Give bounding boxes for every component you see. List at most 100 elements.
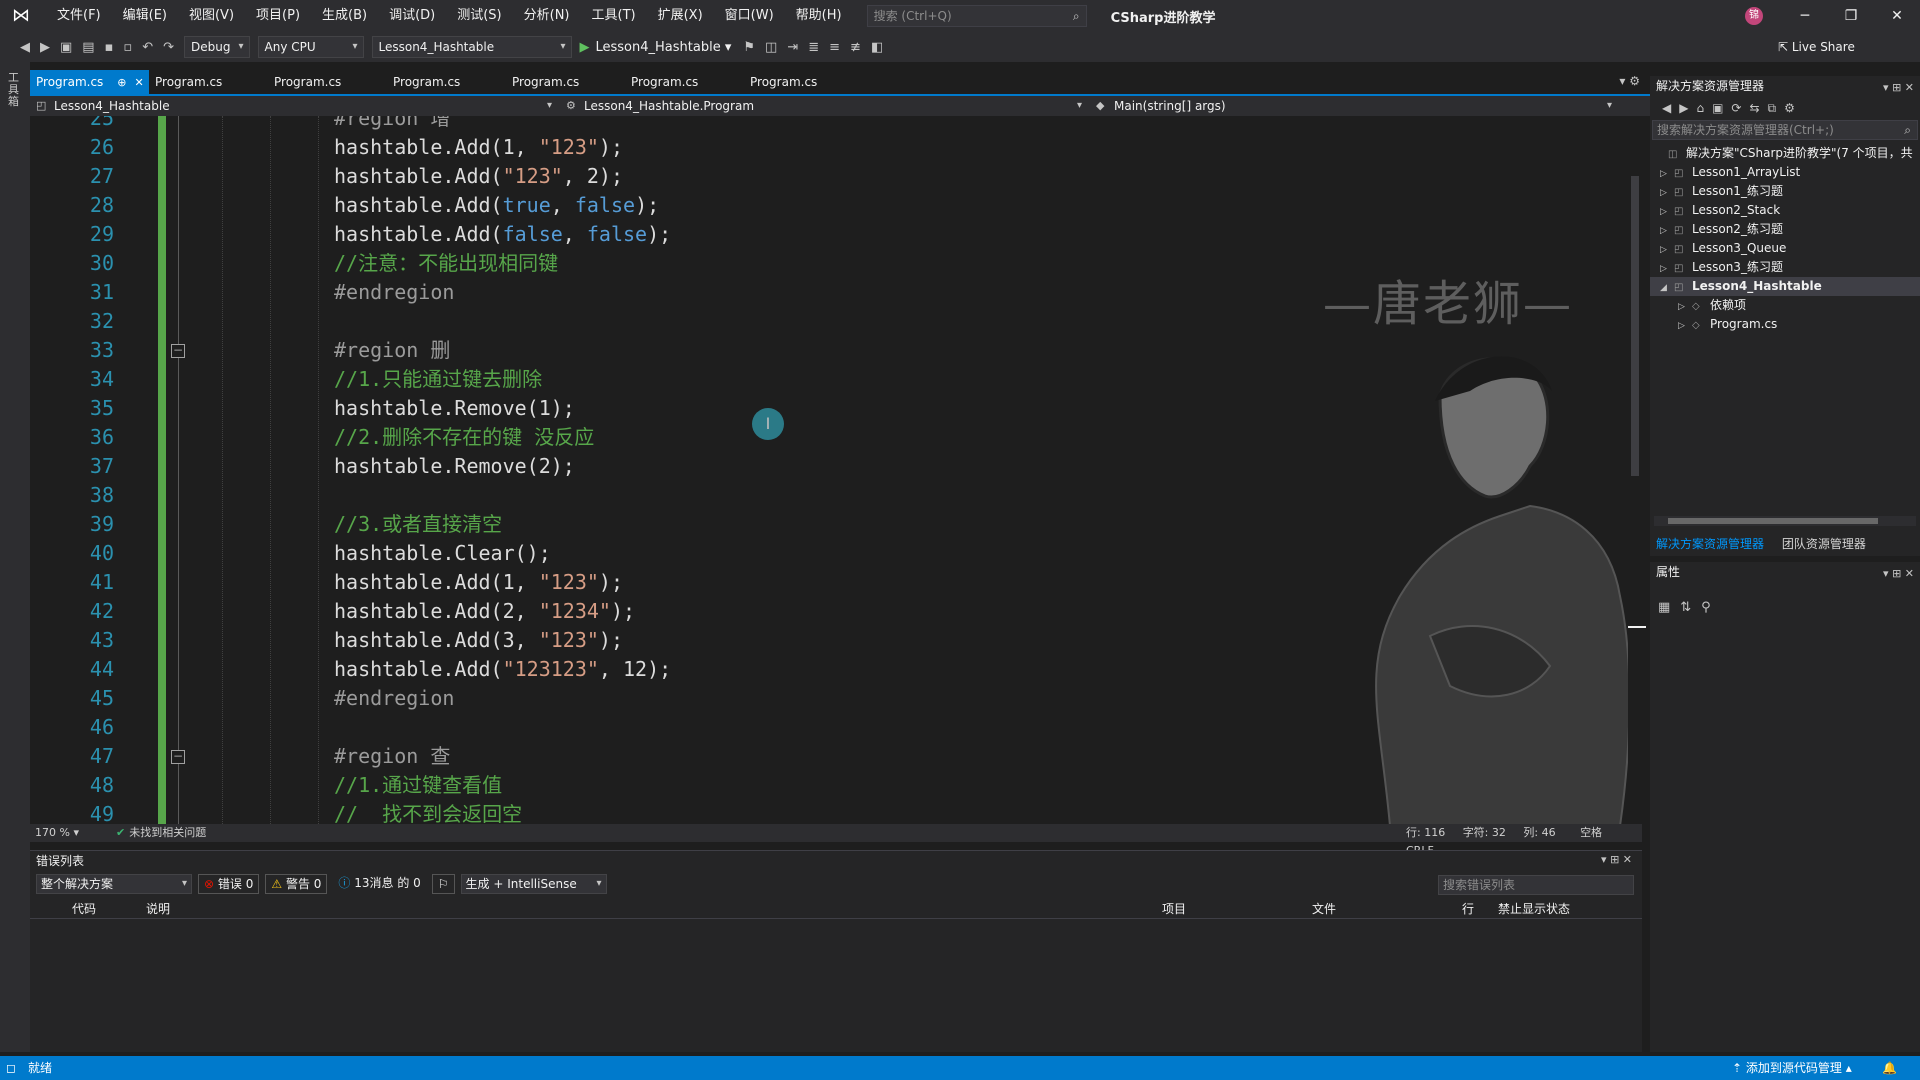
platform-select[interactable]: Any CPU: [257, 36, 364, 58]
menu-item[interactable]: 生成(B): [311, 0, 378, 32]
column-code[interactable]: 代码: [72, 899, 96, 919]
menu-item[interactable]: 编辑(E): [112, 0, 178, 32]
menu-item[interactable]: 调试(D): [378, 0, 446, 32]
errors-filter[interactable]: ⊗ 错误 0: [198, 874, 260, 894]
menu-item[interactable]: 项目(P): [245, 0, 311, 32]
code-line[interactable]: 27 hashtable.Add("123", 2);: [30, 162, 1630, 191]
tab-program-cs[interactable]: Program.cs: [744, 70, 863, 94]
panel-controls-icon[interactable]: ▾ ⊞ ✕: [1883, 564, 1914, 584]
open-file-icon[interactable]: ▤: [82, 40, 94, 55]
properties-toolbar[interactable]: ▦⇅⚲: [1650, 596, 1920, 620]
startup-project-select[interactable]: Lesson4_Hashtable: [371, 36, 572, 58]
zoom-level[interactable]: 170 % ▾: [35, 824, 79, 842]
undo-icon[interactable]: ↶: [142, 40, 153, 55]
code-line[interactable]: 49 // 找不到会返回空: [30, 800, 1630, 824]
tab-program-cs[interactable]: Program.cs: [506, 70, 625, 94]
code-line[interactable]: 32: [30, 307, 1630, 336]
live-share-button[interactable]: ⇱ Live Share: [1778, 32, 1855, 62]
editor-vertical-scrollbar[interactable]: [1628, 116, 1646, 824]
warnings-filter[interactable]: ⚠ 警告 0: [265, 874, 328, 894]
code-line[interactable]: 38: [30, 481, 1630, 510]
code-line[interactable]: 37 hashtable.Remove(2);: [30, 452, 1630, 481]
code-line[interactable]: 46: [30, 713, 1630, 742]
filter-icon[interactable]: ⚐: [431, 874, 455, 894]
save-all-icon[interactable]: ▫: [123, 40, 132, 55]
indent-indicator[interactable]: 空格: [1580, 826, 1602, 839]
tree-item[interactable]: ▷ ◰ Lesson3_练习题: [1650, 258, 1920, 277]
close-window-button[interactable]: ✕: [1874, 0, 1920, 32]
back-icon[interactable]: ◀: [20, 40, 30, 55]
uncomment-icon[interactable]: ≢: [850, 40, 861, 55]
tree-item[interactable]: ▷ ◰ Lesson2_练习题: [1650, 220, 1920, 239]
column-file[interactable]: 文件: [1312, 899, 1336, 919]
avatar[interactable]: 锦: [1745, 7, 1763, 25]
scrollbar-thumb[interactable]: [1631, 176, 1639, 476]
code-line[interactable]: 28 hashtable.Add(true, false);: [30, 191, 1630, 220]
menu-item[interactable]: 扩展(X): [647, 0, 714, 32]
code-line[interactable]: 40 hashtable.Clear();: [30, 539, 1630, 568]
comment-icon[interactable]: ≡: [829, 40, 840, 55]
menu-item[interactable]: 分析(N): [513, 0, 581, 32]
toolbox-tab[interactable]: 工具箱: [8, 72, 22, 108]
tree-item[interactable]: ▷ ◰ Lesson1_练习题: [1650, 182, 1920, 201]
code-line[interactable]: 45 #endregion: [30, 684, 1630, 713]
tree-item[interactable]: ▷ ◰ Lesson2_Stack: [1650, 201, 1920, 220]
panel-controls-icon[interactable]: ▾ ⊞ ✕: [1601, 853, 1632, 866]
code-line[interactable]: 44 hashtable.Add("123123", 12);: [30, 655, 1630, 684]
scrollbar-thumb[interactable]: [1668, 518, 1878, 524]
solution-root[interactable]: ◫ 解决方案"CSharp进阶教学"(7 个项目，共: [1650, 144, 1920, 163]
code-line[interactable]: 47 #region 查: [30, 742, 1630, 771]
notification-bell-icon[interactable]: 🔔: [1882, 1056, 1897, 1080]
add-to-source-control-button[interactable]: ⇡ 添加到源代码管理 ▴: [1732, 1056, 1852, 1080]
forward-icon[interactable]: ▶: [40, 40, 50, 55]
collapsed-arrow-icon[interactable]: ▷: [1678, 317, 1692, 336]
code-line[interactable]: 26 hashtable.Add(1, "123");: [30, 133, 1630, 162]
code-line[interactable]: 42 hashtable.Add(2, "1234");: [30, 597, 1630, 626]
tab-team-explorer[interactable]: 团队资源管理器: [1782, 537, 1866, 551]
code-line[interactable]: 43 hashtable.Add(3, "123");: [30, 626, 1630, 655]
bookmark-icon[interactable]: ◧: [871, 40, 883, 55]
solution-horizontal-scrollbar[interactable]: [1654, 516, 1916, 526]
screenshot-icon[interactable]: ◫: [765, 40, 777, 55]
tree-item[interactable]: ▷ ◰ Lesson3_Queue: [1650, 239, 1920, 258]
messages-filter[interactable]: ⓘ 13消息 的 0: [333, 874, 425, 894]
project-dropdown[interactable]: ◰ Lesson4_Hashtable ▾: [30, 96, 560, 116]
code-line[interactable]: 36 //2.删除不存在的键 没反应: [30, 423, 1630, 452]
code-line[interactable]: 30 //注意：不能出现相同键: [30, 249, 1630, 278]
column-project[interactable]: 项目: [1162, 899, 1186, 919]
menu-item[interactable]: 测试(S): [446, 0, 512, 32]
code-line[interactable]: 41 hashtable.Add(1, "123");: [30, 568, 1630, 597]
tab-program-cs[interactable]: Program.cs: [387, 70, 506, 94]
minimize-button[interactable]: ─: [1782, 0, 1828, 32]
panel-controls-icon[interactable]: ▾ ⊞ ✕: [1883, 78, 1914, 98]
tab-program-cs[interactable]: Program.cs: [625, 70, 744, 94]
configuration-select[interactable]: Debug: [184, 36, 250, 58]
code-line[interactable]: 25 #region 增: [30, 116, 1630, 133]
error-search-input[interactable]: 搜索错误列表: [1438, 875, 1634, 895]
close-tab-icon[interactable]: ✕: [135, 76, 144, 89]
tab-solution-explorer[interactable]: 解决方案资源管理器: [1656, 537, 1764, 551]
restore-button[interactable]: ❐: [1828, 0, 1874, 32]
tree-item[interactable]: ▷ ◇ 依赖项: [1650, 296, 1920, 315]
code-line[interactable]: 29 hashtable.Add(false, false);: [30, 220, 1630, 249]
tab-program-cs[interactable]: Program.cs: [268, 70, 387, 94]
menu-item[interactable]: 帮助(H): [785, 0, 853, 32]
tab-overflow-icon[interactable]: ▾ ⚙: [1619, 74, 1640, 88]
start-debugging-button[interactable]: ▶ Lesson4_Hashtable ▾: [580, 40, 732, 55]
column-description[interactable]: 说明: [146, 899, 170, 919]
collapse-region-icon[interactable]: −: [171, 344, 185, 358]
code-line[interactable]: 34 //1.只能通过键去删除: [30, 365, 1630, 394]
type-dropdown[interactable]: ⚙ Lesson4_Hashtable.Program ▾: [560, 96, 1090, 116]
code-line[interactable]: 35 hashtable.Remove(1);: [30, 394, 1630, 423]
code-line[interactable]: 48 //1.通过键查看值: [30, 771, 1630, 800]
tab-program-cs[interactable]: Program.cs: [149, 70, 268, 94]
column-suppression[interactable]: 禁止显示状态: [1498, 899, 1570, 919]
issues-indicator[interactable]: ✔ 未找到相关问题: [116, 824, 206, 842]
code-editor[interactable]: —唐老狮— 25 #region 增 26 hashtable.Add(1, "123…: [30, 116, 1642, 824]
collapse-region-icon[interactable]: −: [171, 750, 185, 764]
menu-item[interactable]: 窗口(W): [714, 0, 785, 32]
save-icon[interactable]: ▪: [105, 40, 114, 55]
solution-explorer-toolbar[interactable]: ◀▶⌂▣⟳⇆⧉⚙: [1650, 96, 1920, 120]
code-line[interactable]: 33 #region 删: [30, 336, 1630, 365]
code-line[interactable]: 31 #endregion: [30, 278, 1630, 307]
